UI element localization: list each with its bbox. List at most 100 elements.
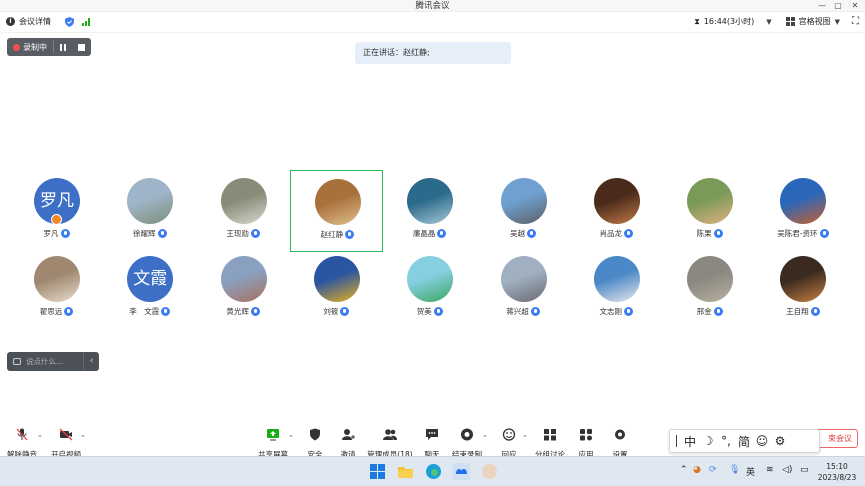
- gear-icon: [615, 429, 625, 440]
- mic-status-icon: [819, 229, 829, 238]
- minimize-button[interactable]: —: [814, 0, 830, 12]
- participant-name: 王现勋: [226, 229, 249, 238]
- participant-name: 刘筱: [323, 307, 339, 316]
- share-screen-button[interactable]: 共享屏幕: [251, 426, 295, 460]
- add-user-icon: [342, 429, 355, 440]
- tray-mic-icon[interactable]: 🎙: [729, 465, 740, 475]
- participant-name: 邢金: [696, 307, 712, 316]
- participant-name: 罗凡: [43, 229, 59, 238]
- avatar: 文霞: [127, 256, 174, 302]
- participant-tile[interactable]: 陈果: [663, 170, 756, 252]
- participant-tile[interactable]: 王自翔: [756, 248, 849, 330]
- participant-tile[interactable]: 罗凡 罗凡: [10, 170, 103, 252]
- stop-recording-button[interactable]: [78, 43, 85, 51]
- breakout-icon: [544, 429, 556, 441]
- participant-tile[interactable]: 文霞李 文霞: [103, 248, 196, 330]
- participant-tile[interactable]: 贺美: [383, 248, 476, 330]
- ime-language-indicator[interactable]: 英: [746, 465, 755, 478]
- mic-status-icon: [250, 229, 260, 238]
- participant-tile[interactable]: 吴陈君-资环: [756, 170, 849, 252]
- participant-name: 赵红静: [320, 230, 344, 239]
- manage-members-button[interactable]: 管理成员(18): [367, 426, 413, 460]
- participant-tile[interactable]: 邢金: [663, 248, 756, 330]
- avatar: [780, 178, 827, 224]
- recording-label: 录制中: [23, 42, 47, 52]
- mic-status-icon: [437, 229, 447, 238]
- tray-app-icon[interactable]: ◕: [693, 465, 701, 475]
- ime-emoji-icon[interactable]: ☺: [753, 434, 771, 448]
- ime-simplified-toggle[interactable]: 简: [735, 433, 753, 450]
- ime-settings-icon[interactable]: ⚙: [771, 434, 789, 448]
- participant-tile[interactable]: 赵红静: [289, 170, 383, 252]
- settings-button[interactable]: 设置: [598, 426, 642, 460]
- participant-tile[interactable]: 肖品龙: [570, 170, 663, 252]
- grid-view-icon[interactable]: [785, 17, 795, 26]
- participant-tile[interactable]: 廉晶晶: [383, 170, 476, 252]
- avatar: [593, 178, 640, 224]
- chevron-down-icon[interactable]: ▼: [835, 18, 840, 26]
- ime-chinese-toggle[interactable]: 中: [681, 433, 699, 450]
- windows-start-icon[interactable]: [369, 463, 386, 480]
- wifi-icon[interactable]: ≋: [766, 465, 774, 475]
- signal-icon[interactable]: [82, 17, 90, 26]
- ime-moon-icon[interactable]: ☽: [699, 434, 717, 448]
- shield-icon[interactable]: [65, 16, 74, 27]
- title-bar: 腾讯会议 — ▢ ✕: [0, 0, 865, 12]
- chevron-up-icon[interactable]: ⌃: [37, 434, 43, 442]
- mic-status-icon: [713, 307, 723, 316]
- battery-icon[interactable]: ▭: [800, 465, 809, 475]
- participant-tile[interactable]: 蒋兴超: [477, 248, 570, 330]
- volume-icon[interactable]: ◁): [782, 465, 792, 475]
- os-taskbar: ⌃ ◕ ⟳ 🎙 英 ≋ ◁) ▭ 15:10 2023/8/23: [0, 456, 865, 486]
- unmute-button[interactable]: 解除静音: [0, 426, 44, 460]
- mic-status-icon: [624, 229, 634, 238]
- chevron-up-icon[interactable]: ⌃: [522, 434, 528, 442]
- shield-icon: [310, 428, 320, 441]
- participant-tile[interactable]: 徐耀辉: [103, 170, 196, 252]
- participant-tile[interactable]: 王现勋: [197, 170, 290, 252]
- chevron-down-icon[interactable]: ▼: [766, 18, 771, 26]
- end-recording-button[interactable]: 结束录制: [445, 426, 489, 460]
- start-video-button[interactable]: 开启视频: [44, 426, 88, 460]
- info-icon[interactable]: i: [6, 17, 15, 26]
- avatar: [313, 256, 360, 302]
- close-button[interactable]: ✕: [847, 0, 863, 12]
- participant-name: 翟思远: [39, 307, 63, 316]
- tray-expand-icon[interactable]: ⌃: [680, 465, 688, 475]
- participant-name: 徐耀辉: [133, 229, 156, 238]
- file-explorer-icon[interactable]: [397, 463, 414, 480]
- invite-button[interactable]: 邀请: [326, 426, 370, 460]
- participant-tile[interactable]: 翟思远: [10, 248, 103, 330]
- participant-tile[interactable]: 刘筱: [290, 248, 383, 330]
- participant-name: 文志刚: [599, 307, 623, 316]
- mic-status-icon: [340, 307, 350, 316]
- participant-tile[interactable]: 吴越: [477, 170, 570, 252]
- tencent-meeting-icon[interactable]: [453, 463, 470, 480]
- tray-sync-icon[interactable]: ⟳: [709, 465, 717, 475]
- avatar: [500, 178, 547, 224]
- avatar: [34, 256, 80, 302]
- view-mode-button[interactable]: 宫格视图: [799, 16, 831, 27]
- meeting-details-link[interactable]: 会议详情: [19, 16, 51, 27]
- participant-name: 肖品龙: [599, 229, 623, 238]
- participant-tile[interactable]: 黄光辉: [197, 248, 290, 330]
- app-avatar-icon[interactable]: [481, 463, 498, 480]
- react-button[interactable]: 回应: [487, 426, 531, 460]
- participant-name: 吴越: [510, 229, 525, 238]
- avatar: [687, 178, 734, 224]
- fullscreen-icon[interactable]: ⛶: [852, 16, 859, 27]
- camera-off-icon: [59, 428, 73, 441]
- participant-name: 吴陈君-资环: [777, 229, 818, 238]
- participant-name: 李 文霞: [129, 307, 160, 316]
- chat-input[interactable]: 说点什么... ‹: [7, 352, 99, 371]
- avatar: [500, 256, 547, 302]
- participant-tile[interactable]: 文志刚: [570, 248, 663, 330]
- pause-recording-button[interactable]: [60, 43, 66, 51]
- system-clock[interactable]: 15:10 2023/8/23: [812, 461, 862, 483]
- edge-browser-icon[interactable]: [425, 463, 442, 480]
- maximize-button[interactable]: ▢: [830, 0, 846, 12]
- recording-control: 录制中: [7, 38, 91, 56]
- ime-punctuation-toggle[interactable]: °,: [717, 434, 735, 448]
- chevron-up-icon[interactable]: ⌃: [80, 434, 86, 442]
- collapse-chat-button[interactable]: ‹: [83, 352, 99, 371]
